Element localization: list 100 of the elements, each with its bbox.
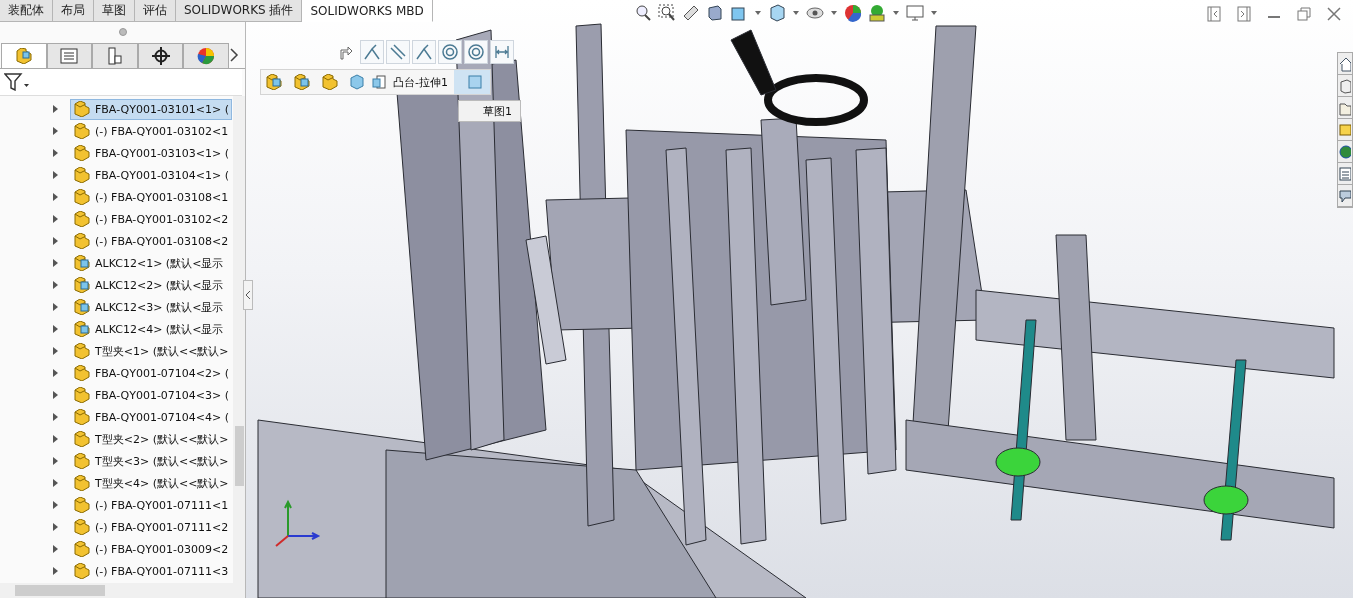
scene-icon[interactable] bbox=[868, 4, 886, 22]
panel-tab[interactable] bbox=[137, 42, 184, 68]
tree-item[interactable]: FBA-QY001-03101<1> ( bbox=[70, 98, 233, 120]
part-icon bbox=[73, 497, 91, 513]
monitor-icon[interactable] bbox=[906, 4, 924, 22]
part-icon bbox=[73, 541, 91, 557]
cube-icon[interactable] bbox=[349, 74, 365, 90]
comment-icon bbox=[1339, 187, 1351, 204]
ribbon-tab[interactable]: 草图 bbox=[94, 0, 135, 22]
tree-item[interactable]: (-) FBA-QY001-03102<1 bbox=[70, 120, 232, 142]
ribbon-tab[interactable]: SOLIDWORKS 插件 bbox=[176, 0, 303, 22]
part-icon bbox=[73, 453, 91, 469]
chevron-right-icon[interactable] bbox=[229, 48, 239, 62]
expand-arrow-icon[interactable] bbox=[52, 281, 60, 289]
panel-collapse-handle[interactable] bbox=[243, 280, 253, 310]
assembly-icon bbox=[73, 255, 91, 271]
expand-arrow-icon[interactable] bbox=[52, 457, 60, 465]
tree-item[interactable]: ALKC12<4> (默认<显示 bbox=[70, 318, 227, 340]
eye-icon[interactable] bbox=[806, 4, 824, 22]
constraint-button[interactable] bbox=[490, 40, 514, 64]
expand-arrow-icon[interactable] bbox=[52, 105, 60, 113]
expand-arrow-icon[interactable] bbox=[52, 545, 60, 553]
expand-arrow-icon[interactable] bbox=[52, 369, 60, 377]
tree-item[interactable]: (-) FBA-QY001-07111<2 bbox=[70, 516, 232, 538]
ribbon-tab[interactable]: 装配体 bbox=[0, 0, 53, 22]
expand-arrow-icon[interactable] bbox=[52, 435, 60, 443]
parallel-lines-icon bbox=[390, 44, 406, 60]
expand-arrow-icon[interactable] bbox=[52, 303, 60, 311]
tree-item[interactable]: ALKC12<1> (默认<显示 bbox=[70, 252, 227, 274]
view-orientation-icon[interactable] bbox=[730, 4, 748, 22]
panel-grip-icon[interactable] bbox=[118, 28, 127, 36]
tree-item[interactable]: ALKC12<3> (默认<显示 bbox=[70, 296, 227, 318]
tree-item[interactable]: (-) FBA-QY001-07111<3 bbox=[70, 560, 232, 582]
tree-item[interactable]: T型夹<4> (默认<<默认> bbox=[70, 472, 232, 494]
expand-arrow-icon[interactable] bbox=[52, 325, 60, 333]
vertical-scrollbar[interactable] bbox=[233, 96, 245, 583]
part-icon bbox=[73, 211, 91, 227]
edit-appearance-icon[interactable] bbox=[844, 4, 862, 22]
corner-arrow-icon[interactable] bbox=[338, 44, 354, 60]
part-icon bbox=[73, 101, 91, 117]
filter-icon[interactable] bbox=[4, 73, 30, 91]
expand-arrow-icon[interactable] bbox=[52, 127, 60, 135]
dropdown-caret-icon[interactable] bbox=[830, 9, 838, 17]
expand-arrow-icon[interactable] bbox=[52, 501, 60, 509]
tree-item[interactable]: FBA-QY001-07104<2> ( bbox=[70, 362, 233, 384]
dropdown-caret-icon[interactable] bbox=[892, 9, 900, 17]
expand-arrow-icon[interactable] bbox=[52, 193, 60, 201]
tree-item[interactable]: T型夹<3> (默认<<默认> bbox=[70, 450, 232, 472]
extrude-feature-icon[interactable] bbox=[371, 74, 387, 90]
tree-item[interactable]: ALKC12<2> (默认<显示 bbox=[70, 274, 227, 296]
tree-item[interactable]: T型夹<1> (默认<<默认> bbox=[70, 340, 232, 362]
ribbon-tab[interactable]: 布局 bbox=[53, 0, 94, 22]
dropdown-caret-icon[interactable] bbox=[792, 9, 800, 17]
tree-item[interactable]: FBA-QY001-07104<4> ( bbox=[70, 406, 233, 428]
zoom-to-fit-icon[interactable] bbox=[634, 4, 652, 22]
expand-arrow-icon[interactable] bbox=[52, 259, 60, 267]
expand-arrow-icon[interactable] bbox=[52, 171, 60, 179]
constraint-button[interactable] bbox=[412, 40, 436, 64]
angle-icon bbox=[416, 44, 432, 60]
constraint-button[interactable] bbox=[360, 40, 384, 64]
expand-arrow-icon[interactable] bbox=[52, 347, 60, 355]
ribbon-tab[interactable]: SOLIDWORKS MBD bbox=[302, 0, 433, 22]
sketch-tooltip[interactable]: 草图1 bbox=[458, 100, 521, 122]
constraint-button[interactable] bbox=[386, 40, 410, 64]
tile-left-icon[interactable] bbox=[1207, 6, 1221, 22]
expand-arrow-icon[interactable] bbox=[52, 567, 60, 575]
zoom-area-icon[interactable] bbox=[658, 4, 676, 22]
tree-item[interactable]: (-) FBA-QY001-03108<2 bbox=[70, 230, 232, 252]
horizontal-scrollbar[interactable] bbox=[0, 583, 245, 598]
restore-icon[interactable] bbox=[1297, 7, 1311, 21]
display-style-icon[interactable] bbox=[768, 4, 786, 22]
dropdown-caret-icon[interactable] bbox=[754, 9, 762, 17]
tree-item[interactable]: (-) FBA-QY001-03009<2 bbox=[70, 538, 232, 560]
tile-right-icon[interactable] bbox=[1237, 6, 1251, 22]
expand-arrow-icon[interactable] bbox=[52, 391, 60, 399]
sketch-square-icon bbox=[467, 75, 482, 89]
expand-arrow-icon[interactable] bbox=[52, 215, 60, 223]
tree-item[interactable]: (-) FBA-QY001-03108<1 bbox=[70, 186, 232, 208]
tree-item[interactable]: (-) FBA-QY001-03102<2 bbox=[70, 208, 232, 230]
constraint-button[interactable] bbox=[464, 40, 488, 64]
part-icon bbox=[73, 145, 91, 161]
feature-name[interactable]: 凸台-拉伸1 bbox=[393, 74, 448, 90]
assembly-icon bbox=[293, 74, 311, 90]
section-view-icon[interactable] bbox=[706, 4, 724, 22]
expand-arrow-icon[interactable] bbox=[52, 523, 60, 531]
tree-item[interactable]: FBA-QY001-07104<3> ( bbox=[70, 384, 233, 406]
expand-arrow-icon[interactable] bbox=[52, 237, 60, 245]
assembly-icon bbox=[265, 74, 283, 90]
expand-arrow-icon[interactable] bbox=[52, 149, 60, 157]
expand-arrow-icon[interactable] bbox=[52, 479, 60, 487]
expand-arrow-icon[interactable] bbox=[52, 413, 60, 421]
tree-item[interactable]: (-) FBA-QY001-07111<1 bbox=[70, 494, 232, 516]
constraint-button[interactable] bbox=[438, 40, 462, 64]
ribbon-tab[interactable]: 评估 bbox=[135, 0, 176, 22]
part-icon bbox=[73, 123, 91, 139]
tree-item[interactable]: FBA-QY001-03103<1> ( bbox=[70, 142, 233, 164]
dropdown-caret-icon[interactable] bbox=[930, 9, 938, 17]
tree-item[interactable]: T型夹<2> (默认<<默认> bbox=[70, 428, 232, 450]
close-icon[interactable] bbox=[1327, 7, 1341, 21]
tree-item[interactable]: FBA-QY001-03104<1> ( bbox=[70, 164, 233, 186]
